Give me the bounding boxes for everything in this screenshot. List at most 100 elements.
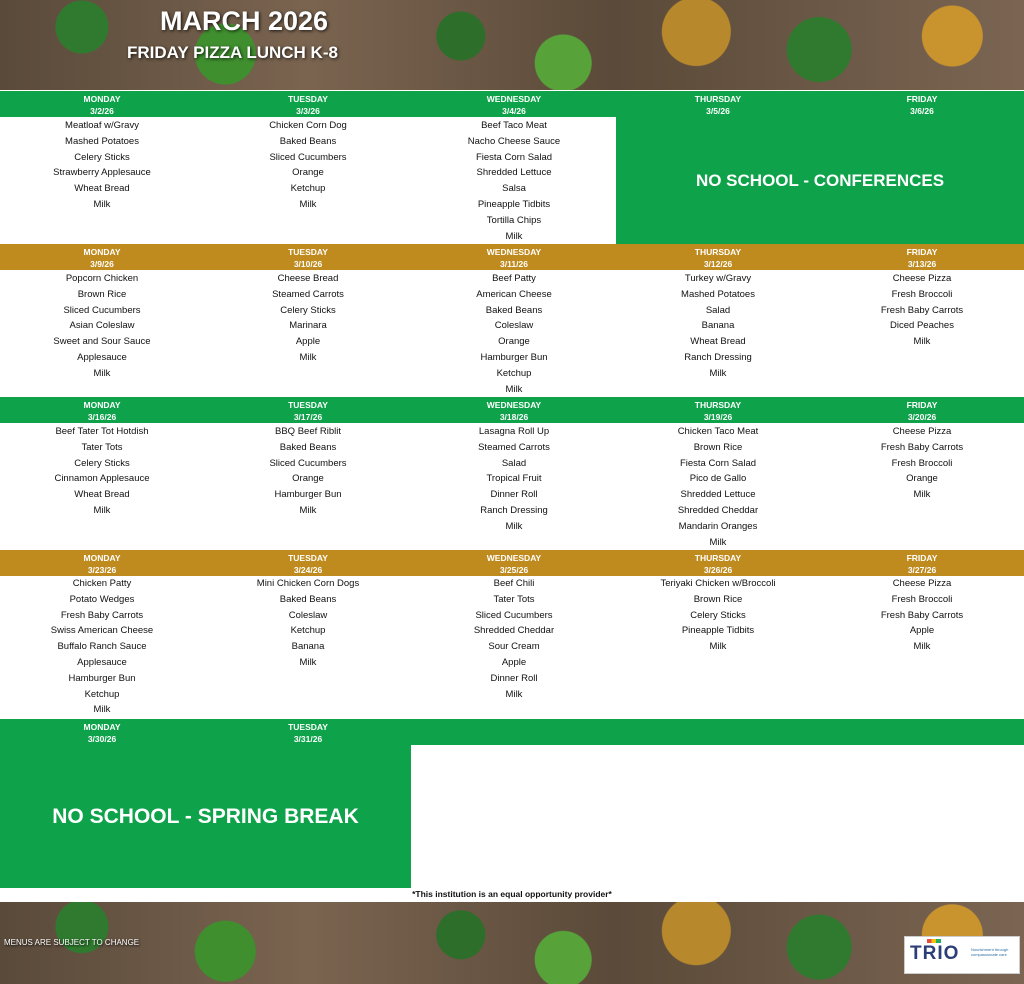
menu-item: Celery Sticks bbox=[74, 457, 130, 469]
day-name: THURSDAY bbox=[694, 94, 742, 104]
day-name: FRIDAY bbox=[906, 94, 938, 104]
menu-item: Orange bbox=[498, 336, 530, 348]
menu-item: Ketchup bbox=[290, 625, 326, 637]
week-1: MONDAY 3/2/26 TUESDAY 3/3/26 WEDNESDAY 3/4/… bbox=[0, 91, 1024, 244]
week-5-header: MONDAY 3/30/26 TUESDAY 3/31/26 bbox=[0, 719, 1024, 745]
menu-item: Fresh Baby Carrots bbox=[880, 304, 964, 316]
menu-item: Orange bbox=[292, 167, 324, 179]
menu-item: Sweet and Sour Sauce bbox=[53, 336, 151, 348]
menu-item: Salsa bbox=[502, 183, 526, 195]
menu-item: Milk bbox=[93, 367, 111, 379]
menu-column: Mini Chicken Corn Dogs Baked Beans Coles… bbox=[206, 576, 410, 671]
menu-item: Asian Coleslaw bbox=[69, 320, 135, 332]
day-date: 3/26/26 bbox=[703, 565, 733, 575]
menu-item: Marinara bbox=[289, 320, 327, 332]
menu-item: Cheese Pizza bbox=[892, 273, 952, 284]
menu-item: Dinner Roll bbox=[490, 489, 538, 501]
menu-item: Ranch Dressing bbox=[684, 351, 752, 363]
day-date: 3/18/26 bbox=[499, 412, 529, 422]
menu-column: Cheese Bread Steamed Carrots Celery Stic… bbox=[206, 271, 410, 366]
day-name: TUESDAY bbox=[288, 400, 328, 410]
week-2-header: MONDAY 3/9/26 TUESDAY 3/10/26 WEDNESDAY 3/1… bbox=[0, 244, 1024, 270]
menu-item: Milk bbox=[93, 704, 111, 716]
menu-item: Coleslaw bbox=[288, 609, 328, 621]
menu-item: Potato Wedges bbox=[69, 593, 135, 605]
menu-item: Pineapple Tidbits bbox=[477, 198, 551, 210]
week-3-header: MONDAY 3/16/26 TUESDAY 3/17/26 WEDNESDAY 3/… bbox=[0, 397, 1024, 423]
menu-item: Popcorn Chicken bbox=[65, 273, 139, 284]
day-date: 3/27/26 bbox=[907, 565, 937, 575]
menu-item: Brown Rice bbox=[77, 288, 127, 300]
menu-item: Meatloaf w/Gravy bbox=[65, 120, 139, 131]
menu-column: Teriyaki Chicken w/Broccoli Brown Rice C… bbox=[616, 576, 820, 655]
menu-item: Mandarin Oranges bbox=[678, 520, 758, 532]
menu-column: Cheese Pizza Fresh Baby Carrots Fresh Br… bbox=[820, 424, 1024, 503]
menu-item: Sliced Cucumbers bbox=[475, 609, 553, 621]
day-date: 3/9/26 bbox=[90, 259, 114, 269]
menu-item: Fresh Baby Carrots bbox=[60, 609, 144, 621]
menu-change-note: MENUS ARE SUBJECT TO CHANGE bbox=[4, 938, 140, 947]
menu-item: Fiesta Corn Salad bbox=[475, 151, 553, 163]
menu-item: Fresh Broccoli bbox=[891, 457, 953, 469]
menu-item: Fresh Baby Carrots bbox=[880, 609, 964, 621]
week-1-header: MONDAY 3/2/26 TUESDAY 3/3/26 WEDNESDAY 3/4/… bbox=[0, 91, 1024, 117]
menu-item: Baked Beans bbox=[279, 135, 337, 147]
menu-column: Lasagna Roll Up Steamed Carrots Salad Tr… bbox=[412, 424, 616, 535]
menu-item: Shredded Cheddar bbox=[473, 625, 555, 637]
day-name: THURSDAY bbox=[694, 400, 742, 410]
day-date: 3/10/26 bbox=[293, 259, 323, 269]
menu-column: Beef Taco Meat Nacho Cheese Sauce Fiesta… bbox=[412, 118, 616, 244]
equal-opportunity-note: *This institution is an equal opportunit… bbox=[412, 889, 612, 899]
no-school-conferences-notice: NO SCHOOL - CONFERENCES bbox=[616, 117, 1024, 244]
menu-item: Chicken Taco Meat bbox=[677, 426, 759, 437]
menu-item: Teriyaki Chicken w/Broccoli bbox=[660, 578, 776, 589]
menu-column: Chicken Patty Potato Wedges Fresh Baby C… bbox=[0, 576, 204, 718]
menu-item: Baked Beans bbox=[279, 593, 337, 605]
menu-item: Beef Taco Meat bbox=[481, 120, 547, 131]
logo-tagline: Nourishment through compassionate care bbox=[971, 947, 1009, 957]
day-date: 3/3/26 bbox=[296, 106, 320, 116]
menu-item: Cinnamon Applesauce bbox=[54, 473, 150, 485]
week-5: MONDAY 3/30/26 TUESDAY 3/31/26 NO SCHOOL -… bbox=[0, 719, 1024, 889]
menu-item: Mashed Potatoes bbox=[65, 135, 139, 147]
menu-item: Sliced Cucumbers bbox=[269, 457, 347, 469]
menu-item: Fresh Baby Carrots bbox=[880, 441, 964, 453]
day-date: 3/19/26 bbox=[703, 412, 733, 422]
day-date: 3/6/26 bbox=[910, 106, 934, 116]
menu-item: Milk bbox=[299, 504, 317, 516]
day-date: 3/20/26 bbox=[907, 412, 937, 422]
menu-item: Milk bbox=[913, 641, 931, 653]
menu-item: Sour Cream bbox=[488, 641, 540, 653]
day-date: 3/2/26 bbox=[90, 106, 114, 116]
no-school-spring-break-notice: NO SCHOOL - SPRING BREAK bbox=[0, 745, 411, 888]
day-name: FRIDAY bbox=[906, 400, 938, 410]
menu-item: Beef Patty bbox=[492, 273, 536, 284]
menu-item: Milk bbox=[709, 641, 727, 653]
day-date: 3/5/26 bbox=[706, 106, 730, 116]
menu-item: Lasagna Roll Up bbox=[478, 426, 550, 437]
menu-item: Wheat Bread bbox=[74, 489, 130, 501]
logo-text: TRIO bbox=[910, 943, 960, 964]
menu-item: Buffalo Ranch Sauce bbox=[57, 641, 147, 653]
day-date: 3/25/26 bbox=[499, 565, 529, 575]
day-date: 3/31/26 bbox=[293, 734, 323, 744]
menu-item: Milk bbox=[299, 656, 317, 668]
menu-item: Baked Beans bbox=[485, 304, 543, 316]
day-date: 3/17/26 bbox=[293, 412, 323, 422]
menu-item: Apple bbox=[501, 656, 527, 668]
menu-item: Applesauce bbox=[77, 351, 127, 363]
menu-item: Apple bbox=[909, 625, 935, 637]
day-date: 3/11/26 bbox=[500, 259, 528, 269]
menu-item: Apple bbox=[295, 336, 321, 348]
day-name: THURSDAY bbox=[694, 553, 742, 563]
menu-column: Popcorn Chicken Brown Rice Sliced Cucumb… bbox=[0, 271, 204, 382]
menu-item: Applesauce bbox=[77, 656, 127, 668]
menu-item: Diced Peaches bbox=[890, 320, 954, 332]
menu-item: Banana bbox=[291, 641, 325, 653]
menu-item: Wheat Bread bbox=[690, 336, 746, 348]
menu-item: Sliced Cucumbers bbox=[63, 304, 141, 316]
day-name: MONDAY bbox=[83, 247, 121, 257]
menu-item: Fresh Broccoli bbox=[891, 288, 953, 300]
day-name: WEDNESDAY bbox=[486, 94, 542, 104]
menu-column: Beef Chili Tater Tots Sliced Cucumbers S… bbox=[412, 576, 616, 702]
